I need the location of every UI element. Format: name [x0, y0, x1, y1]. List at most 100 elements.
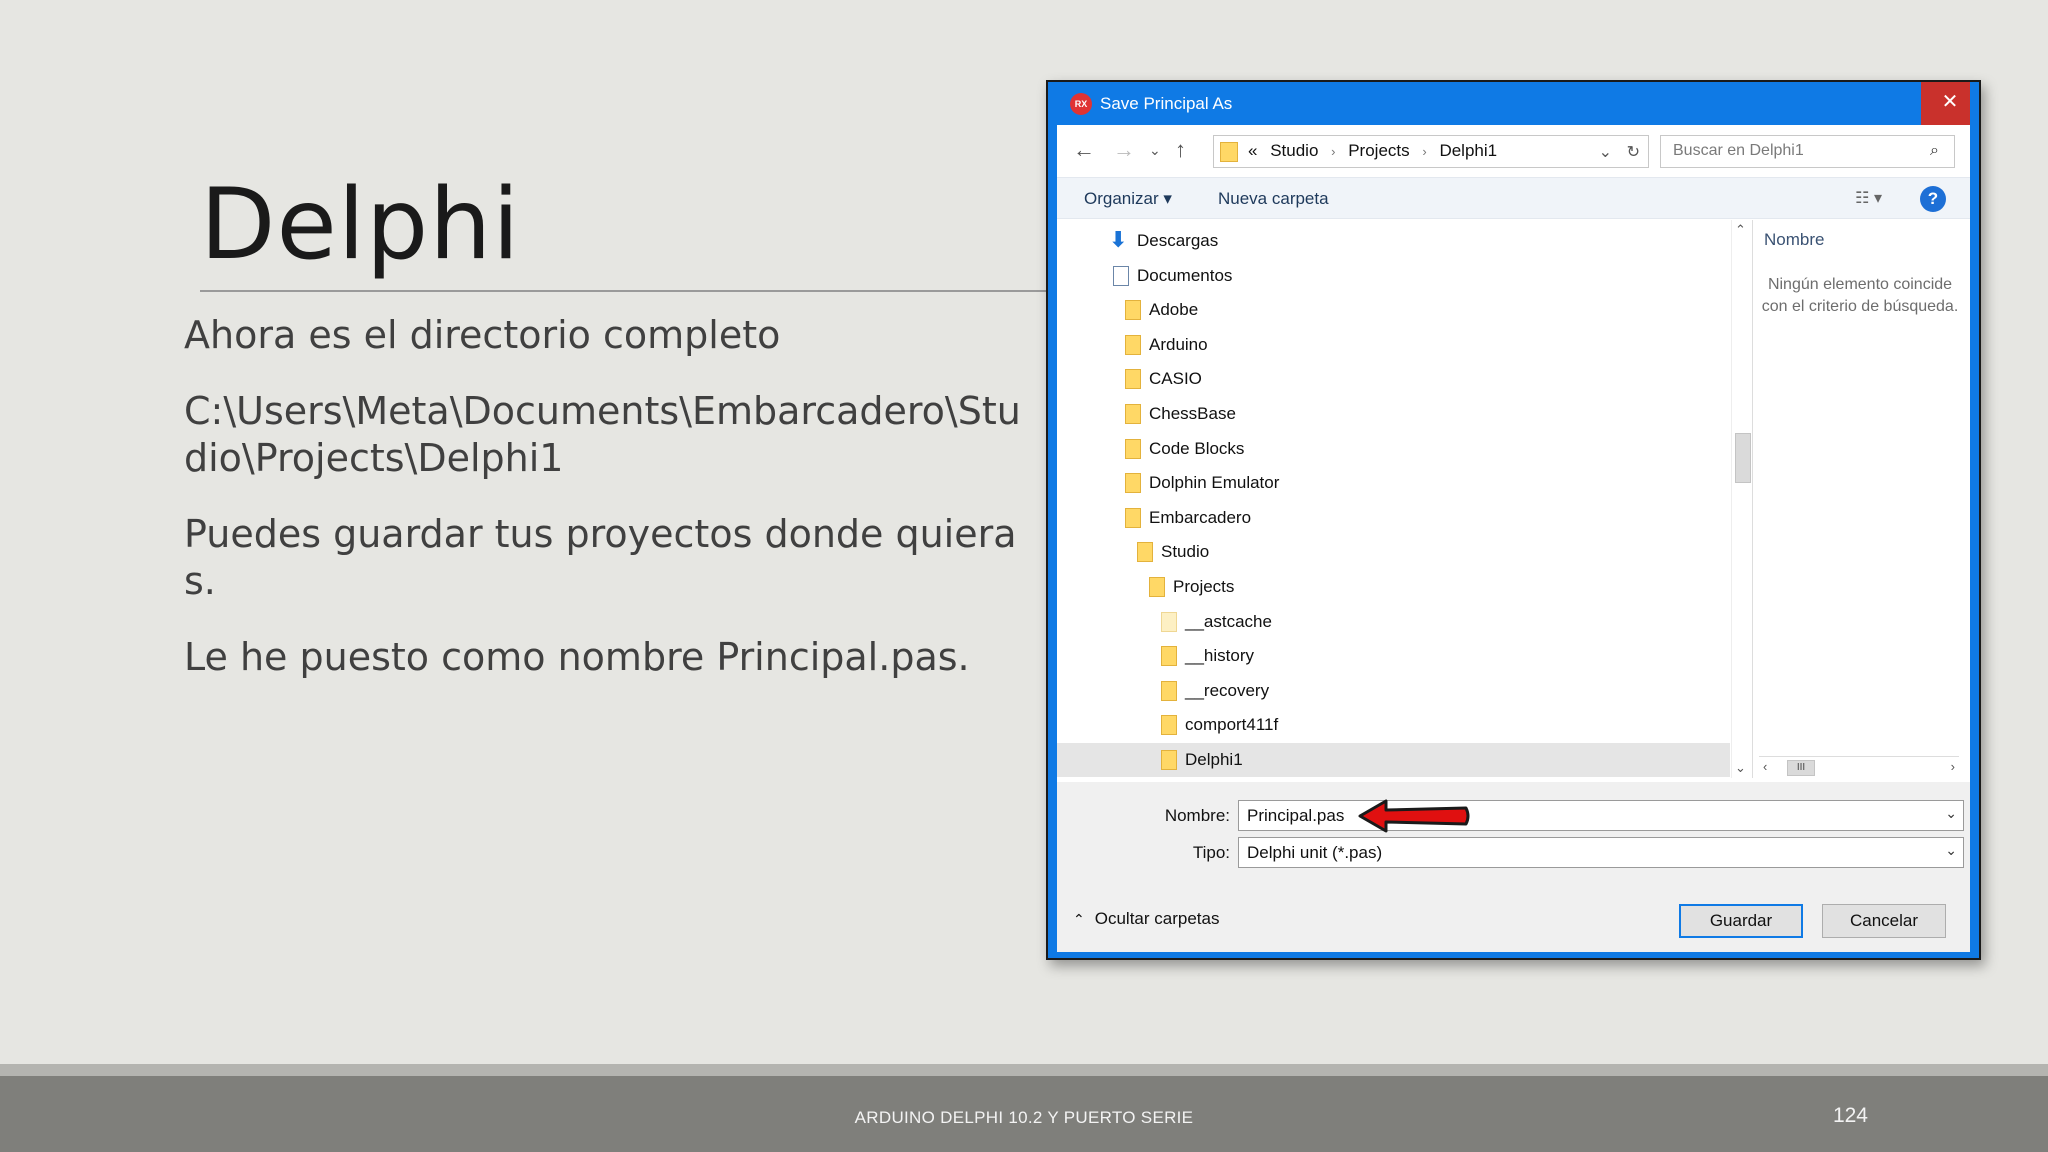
tree-item[interactable]: Adobe — [1057, 293, 1730, 327]
tree-item[interactable]: Dolphin Emulator — [1057, 466, 1730, 500]
folder-icon — [1137, 542, 1153, 563]
bullet-list: Ahora es el directorio completo C:\Users… — [184, 312, 1024, 710]
filename-field[interactable]: Principal.pas ⌄ — [1238, 800, 1964, 831]
save-button[interactable]: Guardar — [1679, 904, 1803, 938]
search-icon[interactable]: ⌕ — [1930, 142, 1939, 160]
folder-icon — [1125, 404, 1141, 424]
folder-icon — [1161, 646, 1177, 667]
tree-item[interactable]: Documentos — [1057, 259, 1730, 293]
tree-item-label: Delphi1 — [1185, 750, 1243, 769]
hide-folders-toggle[interactable]: ⌃ Ocultar carpetas — [1073, 909, 1219, 929]
slide-footer: ARDUINO DELPHI 10.2 Y PUERTO SERIE 124 — [0, 1064, 2048, 1152]
file-type-select[interactable]: Delphi unit (*.pas) ⌄ — [1238, 837, 1964, 868]
tree-item[interactable]: comport411f — [1057, 708, 1730, 742]
tree-item-label: Adobe — [1149, 300, 1199, 320]
download-icon: ⬇ — [1109, 227, 1128, 252]
tree-item[interactable]: ⬇ Descargas — [1057, 224, 1730, 258]
scroll-down-icon[interactable]: ⌄ — [1735, 760, 1746, 776]
refresh-icon[interactable]: ↻ — [1627, 142, 1640, 162]
scroll-right-icon[interactable]: › — [1951, 759, 1955, 774]
folder-tree: ⬇ Descargas Documentos Adobe Arduino CASIO Che… — [1057, 220, 1730, 782]
tree-item-label: __recovery — [1185, 680, 1270, 700]
tree-item[interactable]: Code Blocks — [1057, 432, 1730, 466]
filename-value: Principal.pas — [1247, 806, 1345, 825]
folder-icon — [1125, 334, 1141, 355]
folder-icon — [1161, 611, 1177, 632]
forward-arrow-icon[interactable]: → — [1113, 137, 1135, 163]
folder-icon — [1125, 369, 1141, 390]
help-icon[interactable]: ? — [1920, 186, 1946, 212]
hide-folders-label: Ocultar carpetas — [1094, 909, 1220, 928]
folder-icon — [1125, 507, 1141, 528]
file-type-value: Delphi unit (*.pas) — [1247, 843, 1383, 862]
tree-item[interactable]: ChessBase — [1057, 397, 1730, 431]
document-icon — [1113, 265, 1129, 286]
type-label: Tipo: — [1192, 843, 1230, 862]
scroll-thumb[interactable] — [1735, 433, 1751, 483]
filename-label: Nombre: — [1164, 806, 1230, 825]
page-number: 124 — [1832, 1104, 1868, 1127]
bullet-4: Le he puesto como nombre Principal.pas. — [184, 635, 970, 679]
folder-icon — [1161, 680, 1177, 701]
tree-item-label: Embarcadero — [1149, 507, 1252, 527]
folder-icon — [1149, 577, 1165, 597]
back-arrow-icon[interactable]: ← — [1073, 137, 1095, 163]
scroll-left-icon[interactable]: ‹ — [1763, 759, 1767, 774]
tree-item[interactable]: __astcache — [1057, 605, 1730, 639]
tree-item[interactable]: Projects — [1057, 570, 1730, 604]
command-bar: Organizar ▾ Nueva carpeta ☷ ▾ ? — [1057, 177, 1970, 219]
breadcrumb-overflow[interactable]: « — [1248, 141, 1257, 160]
tree-item[interactable]: Embarcadero — [1057, 501, 1730, 535]
tree-item[interactable]: __history — [1057, 639, 1730, 673]
up-arrow-icon[interactable]: ↑ — [1175, 137, 1186, 163]
file-list-pane: Nombre Ningún elemento coincide con el c… — [1754, 220, 1964, 778]
tree-item-label: Documentos — [1137, 265, 1233, 285]
dialog-body: ← → ⌄ ↑ « Studio › Projects › Delphi1 ⌄ … — [1057, 125, 1970, 952]
tree-scrollbar[interactable]: ⌃ ⌄ — [1731, 220, 1753, 778]
scroll-up-icon[interactable]: ⌃ — [1735, 222, 1746, 238]
tree-item[interactable]: Arduino — [1057, 328, 1730, 362]
annotation-arrow-icon — [1358, 799, 1470, 833]
folder-icon — [1125, 300, 1141, 321]
tree-item-label: __history — [1185, 646, 1254, 666]
tree-item-label: CASIO — [1149, 369, 1202, 389]
tree-item[interactable]: __recovery — [1057, 674, 1730, 708]
tree-item-label: comport411f — [1185, 715, 1279, 735]
breadcrumb-projects[interactable]: Projects — [1348, 141, 1409, 160]
save-as-dialog: RX Save Principal As ✕ ← → ⌄ ↑ « Studio … — [1046, 80, 1981, 960]
address-bar[interactable]: « Studio › Projects › Delphi1 ⌄ ↻ — [1213, 135, 1649, 168]
save-options-panel: Nombre: Principal.pas ⌄ Tipo: Delphi uni… — [1057, 782, 1970, 952]
folder-icon — [1125, 438, 1141, 459]
filename-dropdown-icon[interactable]: ⌄ — [1945, 805, 1957, 822]
breadcrumb-studio[interactable]: Studio — [1270, 141, 1318, 160]
view-options-icon[interactable]: ☷ ▾ — [1855, 188, 1882, 208]
search-input[interactable]: Buscar en Delphi1 — [1660, 135, 1955, 168]
title-divider — [200, 290, 1048, 292]
breadcrumb-delphi1[interactable]: Delphi1 — [1439, 141, 1497, 160]
tree-item[interactable]: CASIO — [1057, 362, 1730, 396]
horizontal-scroll-thumb[interactable]: III — [1787, 760, 1815, 776]
organize-menu[interactable]: Organizar ▾ — [1084, 189, 1172, 209]
tree-item[interactable]: Studio — [1057, 535, 1730, 569]
tree-item-label: Dolphin Emulator — [1149, 473, 1280, 493]
footer-text: ARDUINO DELPHI 10.2 Y PUERTO SERIE — [854, 1108, 1194, 1127]
new-folder-button[interactable]: Nueva carpeta — [1218, 189, 1329, 209]
bullet-2: C:\Users\Meta\Documents\Embarcadero\Stud… — [184, 389, 1021, 480]
recent-locations-chevron-icon[interactable]: ⌄ — [1149, 142, 1161, 159]
tree-item-label: Descargas — [1137, 231, 1219, 250]
column-header-name[interactable]: Nombre — [1764, 230, 1824, 250]
folder-icon — [1161, 715, 1177, 736]
folder-icon — [1220, 142, 1238, 162]
bullet-3: Puedes guardar tus proyectos donde quier… — [184, 512, 1017, 603]
tree-item-label: Studio — [1161, 542, 1210, 562]
horizontal-scrollbar[interactable]: ‹ III › — [1759, 756, 1959, 778]
cancel-button[interactable]: Cancelar — [1822, 904, 1946, 938]
empty-message: Ningún elemento coincide con el criterio… — [1761, 276, 1959, 315]
tree-item[interactable]: Delphi1 — [1057, 743, 1730, 777]
tree-item-label: Projects — [1173, 577, 1235, 596]
file-type-dropdown-icon[interactable]: ⌄ — [1945, 842, 1957, 859]
breadcrumb-separator-icon: › — [1331, 144, 1336, 159]
breadcrumb-separator-icon: › — [1422, 144, 1427, 159]
slide-title: Delphi — [200, 168, 521, 282]
address-dropdown-icon[interactable]: ⌄ — [1599, 142, 1612, 162]
